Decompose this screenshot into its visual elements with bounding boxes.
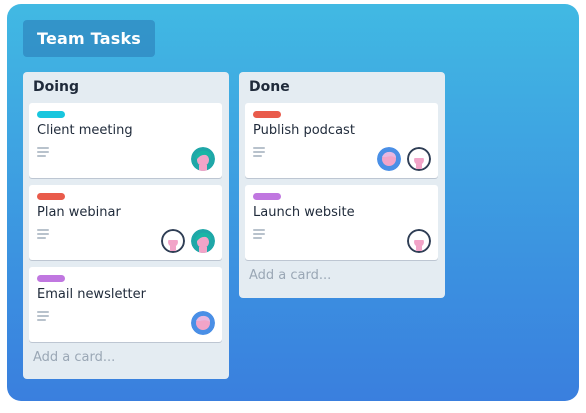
card-publish-podcast[interactable]: Publish podcast xyxy=(245,103,438,178)
card-title: Publish podcast xyxy=(253,123,355,138)
member-avatar-icon[interactable] xyxy=(191,229,215,253)
description-icon xyxy=(37,229,49,239)
card-title: Launch website xyxy=(253,205,355,220)
member-avatar-icon[interactable] xyxy=(407,147,431,171)
member-avatar-icon[interactable] xyxy=(191,311,215,335)
list-doing: Doing Client meeting Plan webinar Email … xyxy=(23,72,229,379)
card-title: Email newsletter xyxy=(37,287,146,302)
board-title[interactable]: Team Tasks xyxy=(23,20,156,57)
list-done: Done Publish podcast Launch website Add … xyxy=(239,72,445,298)
card-plan-webinar[interactable]: Plan webinar xyxy=(29,185,222,260)
description-icon xyxy=(253,229,265,239)
description-icon xyxy=(253,147,265,157)
add-card-button[interactable]: Add a card... xyxy=(249,268,331,283)
card-title: Plan webinar xyxy=(37,205,121,220)
member-avatar-icon[interactable] xyxy=(191,147,215,171)
list-title[interactable]: Doing xyxy=(33,79,79,95)
description-icon xyxy=(37,147,49,157)
card-launch-website[interactable]: Launch website xyxy=(245,185,438,260)
card-label xyxy=(37,111,65,118)
member-avatar-icon[interactable] xyxy=(161,229,185,253)
card-label xyxy=(37,193,65,200)
board: Team Tasks Doing Client meeting Plan web… xyxy=(7,4,579,401)
card-label xyxy=(37,275,65,282)
description-icon xyxy=(37,311,49,321)
card-client-meeting[interactable]: Client meeting xyxy=(29,103,222,178)
card-label xyxy=(253,193,281,200)
list-title[interactable]: Done xyxy=(249,79,290,95)
member-avatar-icon[interactable] xyxy=(407,229,431,253)
member-avatar-icon[interactable] xyxy=(377,147,401,171)
add-card-button[interactable]: Add a card... xyxy=(33,350,115,365)
card-title: Client meeting xyxy=(37,123,133,138)
card-email-newsletter[interactable]: Email newsletter xyxy=(29,267,222,342)
card-label xyxy=(253,111,281,118)
